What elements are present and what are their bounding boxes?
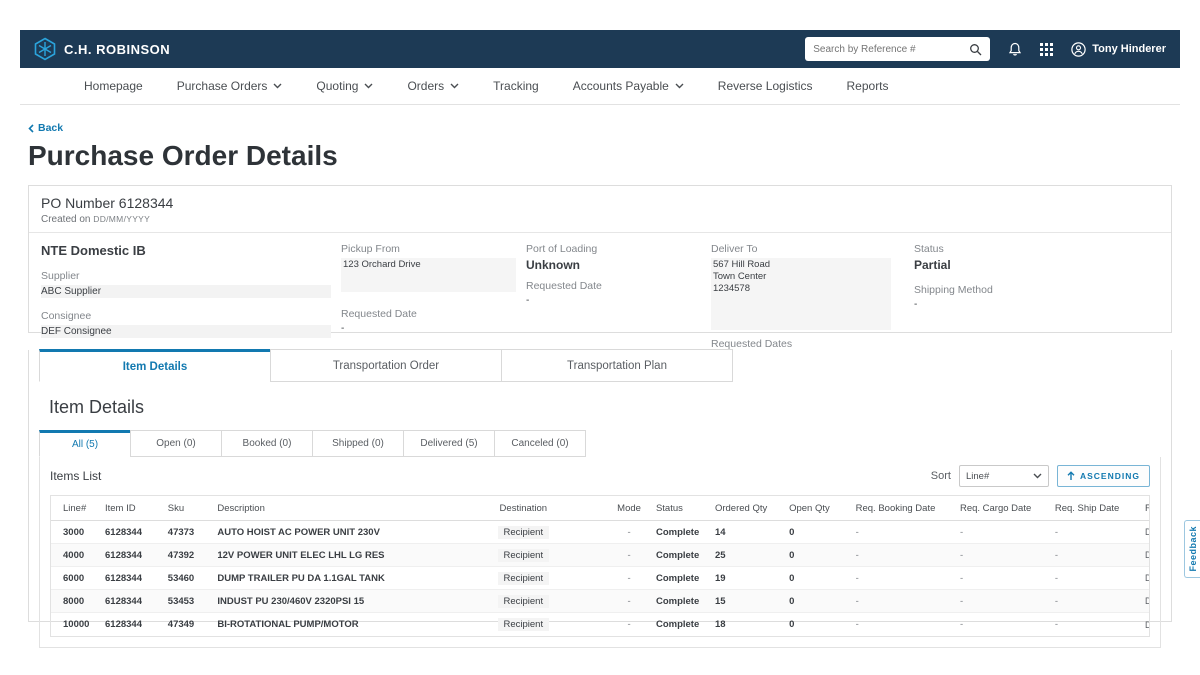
pickup-from-label: Pickup From (341, 243, 526, 255)
summary-col-parties: NTE Domestic IB Supplier ABC Supplier Co… (41, 243, 341, 363)
po-number: PO Number 6128344 (41, 195, 1159, 211)
tab-transportation-order[interactable]: Transportation Order (270, 349, 502, 382)
brand-name: C.H. ROBINSON (64, 42, 170, 57)
sort-label: Sort (931, 470, 951, 482)
filter-tab-canceled[interactable]: Canceled (0) (494, 430, 586, 457)
port-of-loading-value: Unknown (526, 258, 711, 272)
col-status[interactable]: Status (652, 503, 711, 514)
consignee-label: Consignee (41, 310, 341, 322)
filter-tab-booked[interactable]: Booked (0) (221, 430, 313, 457)
col-ordered-qty[interactable]: Ordered Qty (711, 503, 785, 514)
chrobinson-hexagon-icon (34, 37, 56, 61)
status-value: Partial (914, 258, 1144, 272)
main-navigation: Homepage Purchase Orders Quoting Orders … (20, 68, 1180, 105)
items-list-panel: Items List Sort Line# ASCENDING Line# (39, 457, 1161, 648)
table-row[interactable]: 4000 6128344 47392 12V POWER UNIT ELEC L… (51, 544, 1149, 567)
order-type: NTE Domestic IB (41, 243, 341, 258)
user-name: Tony Hinderer (1092, 43, 1166, 55)
nav-reverse-logistics[interactable]: Reverse Logistics (718, 79, 813, 93)
arrow-up-icon (1067, 471, 1075, 481)
filter-tab-all[interactable]: All (5) (39, 430, 131, 457)
chevron-down-icon (450, 83, 459, 89)
col-line[interactable]: Line# (51, 503, 101, 514)
summary-col-port: Port of Loading Unknown Requested Date - (526, 243, 711, 363)
nav-tracking[interactable]: Tracking (493, 79, 539, 93)
pickup-from-value: 123 Orchard Drive (341, 258, 516, 292)
tab-item-details[interactable]: Item Details (39, 349, 271, 382)
filter-tab-shipped[interactable]: Shipped (0) (312, 430, 404, 457)
nav-accounts-payable[interactable]: Accounts Payable (573, 79, 684, 93)
user-menu[interactable]: Tony Hinderer (1071, 42, 1166, 57)
po-detail-tabs-card: Item Details Transportation Order Transp… (28, 350, 1172, 622)
top-navbar: C.H. ROBINSON (20, 30, 1180, 68)
page-title: Purchase Order Details (28, 140, 338, 172)
table-row[interactable]: 10000 6128344 47349 BI-ROTATIONAL PUMP/M… (51, 613, 1149, 636)
col-item-id[interactable]: Item ID (101, 503, 164, 514)
notifications-bell-icon[interactable] (1008, 42, 1022, 57)
deliver-to-value: 567 Hill Road Town Center 1234578 (711, 258, 891, 330)
app-grid-icon[interactable] (1040, 43, 1053, 56)
feedback-button[interactable]: Feedback (1184, 520, 1200, 578)
col-mode[interactable]: Mode (606, 503, 652, 514)
chevron-down-icon (364, 83, 373, 89)
chevron-down-icon (1033, 473, 1042, 479)
shipping-method-label: Shipping Method (914, 284, 1144, 296)
port-requested-date-value: - (526, 295, 711, 306)
sort-field-select[interactable]: Line# (959, 465, 1049, 487)
table-row[interactable]: 3000 6128344 47373 AUTO HOIST AC POWER U… (51, 521, 1149, 544)
nav-reports[interactable]: Reports (847, 79, 889, 93)
pickup-requested-date-label: Requested Date (341, 308, 526, 320)
summary-col-status: Status Partial Shipping Method - (914, 243, 1144, 363)
col-req-booking[interactable]: Req. Booking Date (852, 503, 956, 514)
items-table: Line# Item ID Sku Description Destinatio… (50, 495, 1150, 637)
table-row[interactable]: 8000 6128344 53453 INDUST PU 230/460V 23… (51, 590, 1149, 613)
filter-tab-open[interactable]: Open (0) (130, 430, 222, 457)
po-summary-card: PO Number 6128344 Created on DD/MM/YYYY … (28, 185, 1172, 333)
nav-orders[interactable]: Orders (407, 79, 459, 93)
col-req-delivery[interactable]: Req. Delivery Date (1141, 503, 1149, 514)
main-tabs: Item Details Transportation Order Transp… (29, 349, 1171, 382)
summary-col-pickup: Pickup From 123 Orchard Drive Requested … (341, 243, 526, 363)
item-details-heading: Item Details (49, 397, 1171, 418)
col-sku[interactable]: Sku (164, 503, 214, 514)
sort-direction-button[interactable]: ASCENDING (1057, 465, 1150, 487)
status-filter-tabs: All (5) Open (0) Booked (0) Shipped (0) … (29, 430, 1171, 457)
nav-homepage[interactable]: Homepage (84, 79, 143, 93)
col-req-ship[interactable]: Req. Ship Date (1051, 503, 1141, 514)
brand-logo[interactable]: C.H. ROBINSON (34, 37, 170, 61)
nav-purchase-orders[interactable]: Purchase Orders (177, 79, 283, 93)
supplier-value: ABC Supplier (41, 285, 331, 298)
col-open-qty[interactable]: Open Qty (785, 503, 852, 514)
shipping-method-value: - (914, 299, 1144, 310)
chevron-down-icon (273, 83, 282, 89)
items-list-label: Items List (50, 469, 101, 483)
col-req-cargo[interactable]: Req. Cargo Date (956, 503, 1051, 514)
supplier-label: Supplier (41, 270, 341, 282)
col-description[interactable]: Description (213, 503, 440, 514)
summary-col-deliver: Deliver To 567 Hill Road Town Center 123… (711, 243, 914, 363)
search-input[interactable] (813, 44, 969, 55)
pickup-requested-date-value: - (341, 323, 526, 334)
status-label: Status (914, 243, 1144, 255)
chevron-down-icon (675, 83, 684, 89)
back-link[interactable]: Back (28, 122, 63, 134)
created-on: Created on DD/MM/YYYY (41, 214, 1159, 225)
reference-search[interactable] (805, 37, 990, 61)
consignee-value: DEF Consignee (41, 325, 331, 338)
col-destination[interactable]: Destination (440, 503, 606, 514)
items-table-header: Line# Item ID Sku Description Destinatio… (51, 496, 1149, 521)
deliver-to-label: Deliver To (711, 243, 914, 255)
filter-tab-delivered[interactable]: Delivered (5) (403, 430, 495, 457)
port-of-loading-label: Port of Loading (526, 243, 711, 255)
table-row[interactable]: 6000 6128344 53460 DUMP TRAILER PU DA 1.… (51, 567, 1149, 590)
purchase-order-details-page: C.H. ROBINSON (0, 0, 1200, 675)
tab-transportation-plan[interactable]: Transportation Plan (501, 349, 733, 382)
search-icon[interactable] (969, 43, 982, 56)
port-requested-date-label: Requested Date (526, 280, 711, 292)
nav-quoting[interactable]: Quoting (316, 79, 373, 93)
chevron-left-icon (28, 124, 34, 133)
user-avatar-icon (1071, 42, 1086, 57)
